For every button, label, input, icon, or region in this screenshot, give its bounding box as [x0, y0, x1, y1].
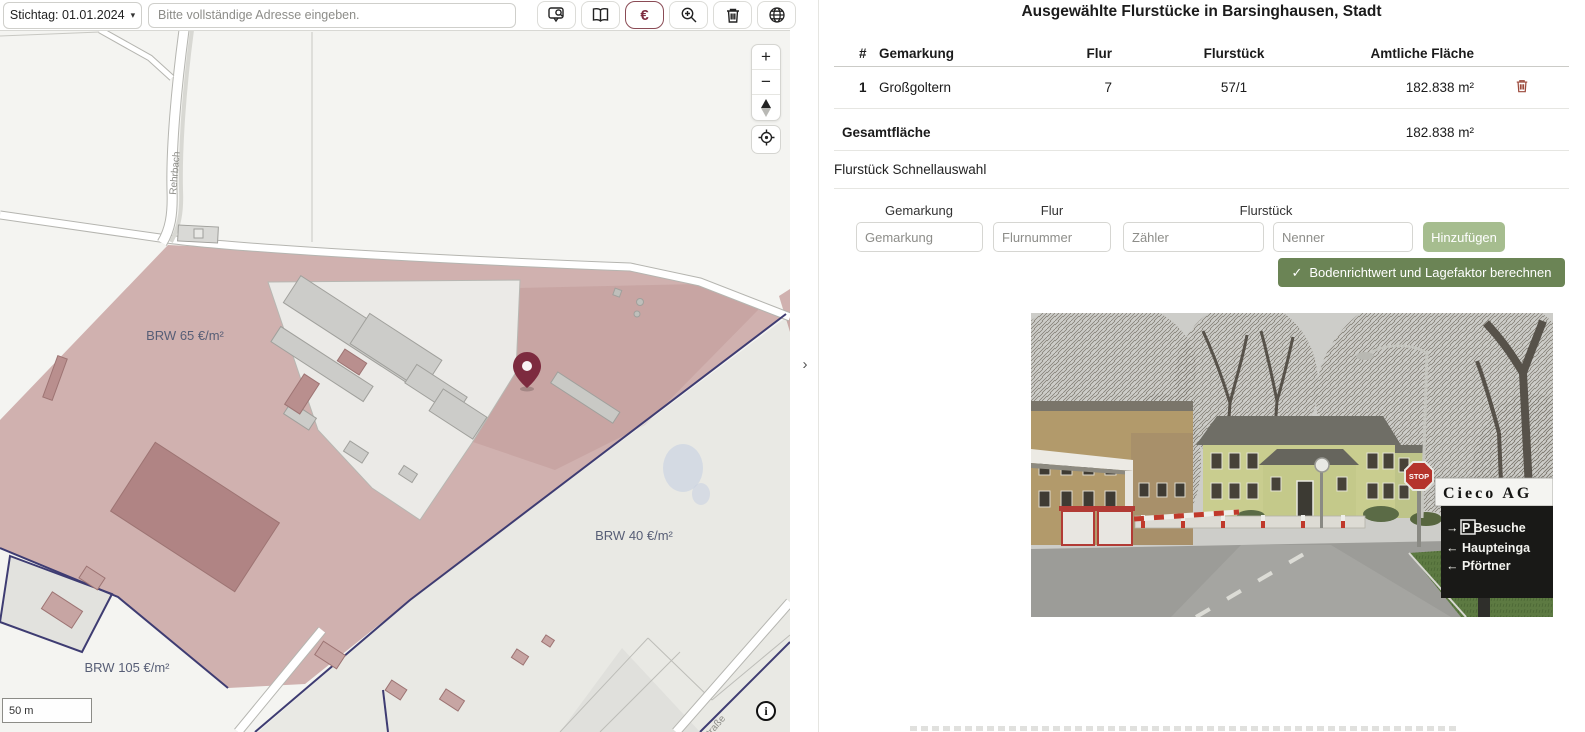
- photo-gate: [1059, 506, 1135, 545]
- compass-north-icon: [761, 99, 771, 108]
- legend-button[interactable]: [581, 1, 620, 29]
- calculate-button-label: Bodenrichtwert und Lagefaktor berechnen: [1309, 265, 1551, 280]
- scale-label: 50 m: [9, 705, 33, 717]
- compass-button[interactable]: [752, 95, 780, 120]
- gemarkung-input[interactable]: [856, 222, 983, 252]
- zoom-out-button[interactable]: −: [752, 70, 780, 95]
- form-label-gemarkung: Gemarkung: [885, 203, 953, 218]
- row-flur: 7: [991, 80, 1112, 95]
- flurstueck-panel: Ausgewählte Flurstücke in Barsinghausen,…: [818, 0, 1585, 732]
- euro-icon: €: [640, 7, 648, 24]
- basemap-button[interactable]: [757, 1, 796, 29]
- map-canvas[interactable]: BRW 65 €/m² BRW 40 €/m² BRW 105 €/m² Reh…: [0, 30, 790, 732]
- total-label: Gesamtfläche: [834, 125, 931, 140]
- panel-expand-chevron[interactable]: ›: [795, 352, 815, 376]
- row-flaeche: 182.838 m²: [1356, 80, 1474, 95]
- clear-map-button[interactable]: [713, 1, 752, 29]
- sign-company-name: Cieco AG: [1443, 485, 1532, 502]
- site-photo-svg: STOP Cieco AG → P Besuche ← Haupteinga ←…: [1031, 313, 1553, 617]
- title-prefix: Ausgewählte Flurstücke in: [1021, 3, 1222, 20]
- map-zoom-controls: + −: [751, 44, 781, 121]
- parcel-search-icon: [547, 6, 566, 24]
- app-root: { "colors": { "accent_green": "#6b8455",…: [0, 0, 1585, 732]
- form-label-flurstueck: Flurstück: [1240, 203, 1293, 218]
- sign-line-2: ← Haupteinga: [1446, 541, 1531, 555]
- zoom-search-button[interactable]: [669, 1, 708, 29]
- site-photo: STOP Cieco AG → P Besuche ← Haupteinga ←…: [1031, 313, 1553, 617]
- zaehler-input[interactable]: [1123, 222, 1264, 252]
- delete-row-button[interactable]: [1474, 78, 1569, 97]
- col-header-flur: Flur: [991, 46, 1112, 61]
- check-icon: ✓: [1291, 265, 1302, 281]
- trash-icon: [1515, 78, 1529, 97]
- row-flurstueck: 57/1: [1112, 80, 1356, 95]
- table-row: 1 Großgoltern 7 57/1 182.838 m²: [834, 67, 1569, 109]
- photo-company-sign: Cieco AG → P Besuche ← Haupteinga ← Pför…: [1435, 478, 1553, 617]
- toolbar-icons: €: [537, 1, 796, 29]
- address-search-input[interactable]: [148, 3, 516, 28]
- title-city: Barsinghausen, Stadt: [1222, 3, 1381, 20]
- total-value: 182.838 m²: [1406, 125, 1474, 140]
- zoom-in-magnifier-icon: [680, 6, 698, 24]
- map-scalebar: 50 m: [2, 698, 92, 723]
- locate-button[interactable]: [751, 125, 781, 154]
- map-info-button[interactable]: i: [756, 701, 776, 721]
- row-gemarkung: Großgoltern: [879, 80, 991, 95]
- brw105-label: BRW 105 €/m²: [84, 660, 170, 675]
- book-icon: [591, 7, 610, 23]
- map-svg: BRW 65 €/m² BRW 40 €/m² BRW 105 €/m² Reh…: [0, 30, 790, 732]
- locate-target-icon: [758, 129, 775, 151]
- calculate-button[interactable]: ✓ Bodenrichtwert und Lagefaktor berechne…: [1278, 258, 1565, 287]
- map-toolbar: Stichtag: 01.01.2024 ▾: [0, 0, 790, 31]
- brw65-label: BRW 65 €/m²: [146, 328, 224, 343]
- stichtag-label: Stichtag: 01.01.2024: [10, 8, 125, 22]
- row-num: 1: [834, 80, 879, 95]
- trash-icon: [725, 7, 741, 24]
- total-row: Gesamtfläche 182.838 m²: [834, 114, 1569, 151]
- col-header-flaeche: Amtliche Fläche: [1356, 46, 1474, 61]
- info-icon: i: [764, 704, 767, 719]
- bodenrichtwert-toggle-button[interactable]: €: [625, 1, 664, 29]
- stop-sign-text: STOP: [1409, 472, 1429, 481]
- parcel-search-button[interactable]: [537, 1, 576, 29]
- sign-line-3: ← Pförtner: [1446, 559, 1511, 573]
- stichtag-dropdown[interactable]: Stichtag: 01.01.2024 ▾: [3, 2, 142, 29]
- form-label-flur: Flur: [1041, 203, 1063, 218]
- page-title: Ausgewählte Flurstücke in Barsinghausen,…: [834, 3, 1569, 21]
- nenner-input[interactable]: [1273, 222, 1413, 252]
- zoom-in-button[interactable]: +: [752, 45, 780, 70]
- sign-line-1: → P Besuche: [1446, 521, 1526, 535]
- globe-icon: [768, 6, 786, 24]
- col-header-gemarkung: Gemarkung: [879, 46, 991, 61]
- divider: [834, 188, 1569, 189]
- brw40-label: BRW 40 €/m²: [595, 528, 673, 543]
- flurnummer-input[interactable]: [993, 222, 1111, 252]
- cutoff-text-strip: [910, 726, 1460, 731]
- table-header: # Gemarkung Flur Flurstück Amtliche Fläc…: [834, 40, 1569, 67]
- compass-south-icon: [761, 108, 771, 117]
- hinzufuegen-button[interactable]: Hinzufügen: [1423, 222, 1505, 252]
- chevron-down-icon: ▾: [131, 10, 136, 21]
- col-header-num: #: [834, 46, 879, 61]
- col-header-flurstueck: Flurstück: [1112, 46, 1356, 61]
- quick-select-section-label: Flurstück Schnellauswahl: [834, 162, 986, 177]
